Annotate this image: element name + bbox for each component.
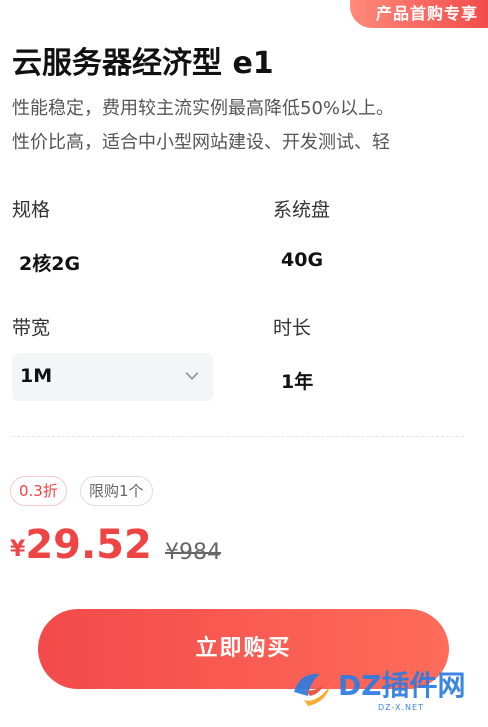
chevron-down-icon [185,372,199,380]
original-price: ¥984 [165,540,221,565]
watermark: DZ插件网 DZ-X.NET [286,658,482,720]
duration-label: 时长 [273,317,312,339]
product-description: 性能稳定，费用较主流实例最高降低50%以上。 性价比高，适合中小型网站建设、开发… [12,92,488,160]
bandwidth-value: 1M [20,365,53,387]
section-divider [12,436,464,437]
product-title: 云服务器经济型 e1 [12,46,274,81]
watermark-subtext: DZ-X.NET [378,703,424,712]
description-line: 性价比高，适合中小型网站建设、开发测试、轻 [12,132,390,153]
spec-label: 规格 [12,199,51,221]
duration-value[interactable]: 1年 [281,367,313,394]
description-line: 性能稳定，费用较主流实例最高降低50%以上。 [12,98,395,119]
disk-label: 系统盘 [273,199,331,221]
disk-value[interactable]: 40G [281,249,323,271]
current-price: ¥29.52 [10,522,152,568]
purchase-limit-tag: 限购1个 [80,476,153,506]
bandwidth-label: 带宽 [12,317,51,339]
price-amount: 29.52 [25,522,152,568]
dz-logo-icon [294,673,330,706]
discount-tag: 0.3折 [10,476,67,506]
first-purchase-badge: 产品首购专享 [349,0,488,28]
currency-symbol: ¥ [10,537,26,562]
bandwidth-select[interactable]: 1M [12,353,213,401]
watermark-text: DZ插件网 [338,669,466,702]
spec-value[interactable]: 2核2G [19,249,80,276]
